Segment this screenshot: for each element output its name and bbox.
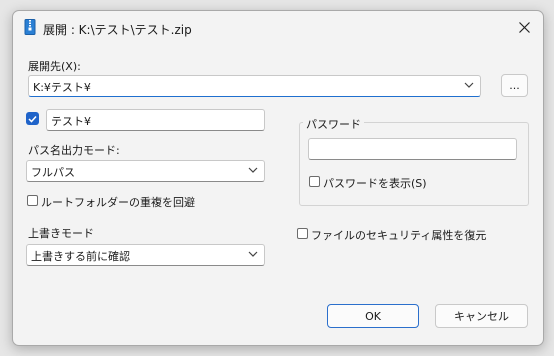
avoid-duplicate-checkbox[interactable] [27,195,38,206]
browse-button[interactable]: ... [501,74,528,97]
ok-button[interactable]: OK [327,304,419,328]
path-mode-label: パス名出力モード: [28,144,120,157]
show-password-checkbox[interactable] [309,176,320,187]
chevron-down-icon [248,251,258,257]
password-group-label: パスワード [303,116,364,132]
cancel-button[interactable]: キャンセル [435,304,528,328]
destination-combo[interactable]: K:¥テスト¥ [28,75,481,97]
path-mode-select[interactable]: フルパス [26,160,265,182]
close-button[interactable] [509,13,539,41]
subfolder-input[interactable]: テスト¥ [46,109,265,131]
password-input[interactable] [308,138,517,160]
chevron-down-icon [464,82,474,88]
show-password-label[interactable]: パスワードを表示(S) [323,175,427,191]
overwrite-mode-label: 上書きモード [28,227,94,240]
window-title: 展開 : K:\テスト\テスト.zip [43,23,192,37]
subfolder-checkbox[interactable] [26,112,39,125]
chevron-down-icon [248,167,258,173]
checkmark-icon [28,115,37,123]
overwrite-mode-select[interactable]: 上書きする前に確認 [26,244,265,266]
restore-security-label[interactable]: ファイルのセキュリティ属性を復元 [311,227,486,243]
overwrite-mode-value: 上書きする前に確認 [31,250,130,263]
restore-security-checkbox[interactable] [297,228,308,239]
zip-archive-icon [24,19,36,35]
path-mode-value: フルパス [31,166,75,179]
avoid-duplicate-label[interactable]: ルートフォルダーの重複を回避 [41,194,195,210]
destination-value: K:¥テスト¥ [33,81,91,94]
close-icon [518,21,530,33]
password-group [299,122,529,206]
destination-label: 展開先(X): [28,60,81,73]
extract-dialog: 展開 : K:\テスト\テスト.zip 展開先(X): K:¥テスト¥ ... … [12,10,544,346]
subfolder-value: テスト¥ [51,115,91,128]
